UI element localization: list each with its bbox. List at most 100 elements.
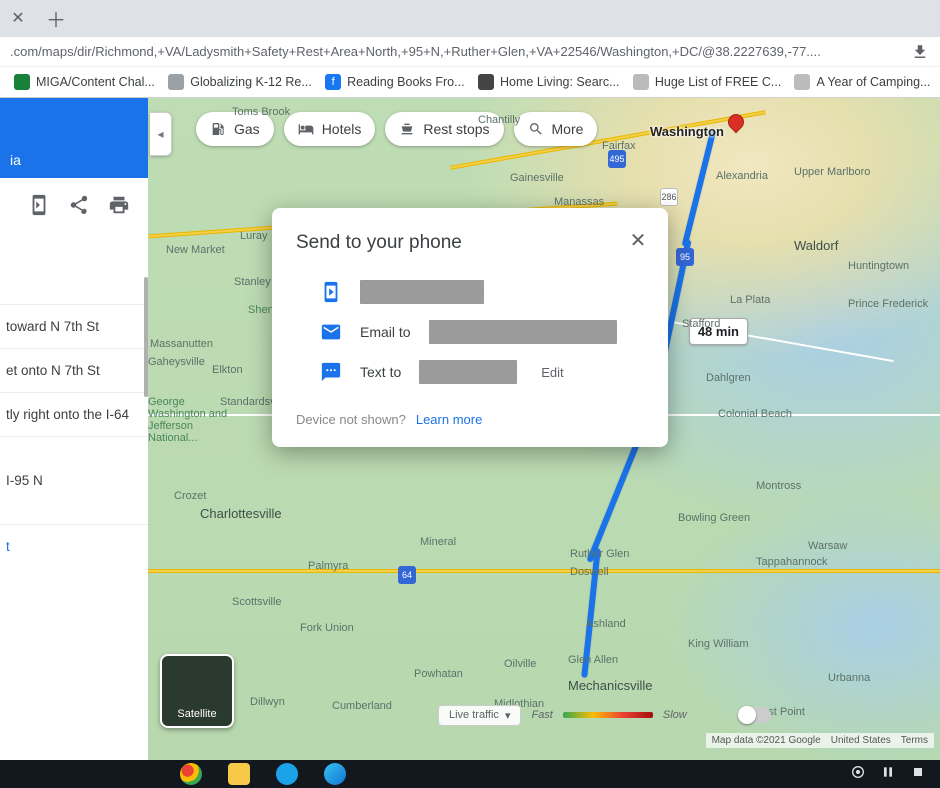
direction-step-link[interactable]: t bbox=[0, 524, 148, 568]
send-to-phone-icon[interactable] bbox=[28, 194, 50, 219]
bookmark-item[interactable]: Huge List of FREE C... bbox=[627, 70, 783, 94]
city-label: Mechanicsville bbox=[568, 678, 653, 693]
city-label: Stanley bbox=[234, 276, 271, 288]
bookmark-icon: f bbox=[325, 74, 341, 90]
city-label: Colonial Beach bbox=[718, 408, 792, 420]
city-label: Mineral bbox=[420, 536, 456, 548]
shield-icon: 286 bbox=[660, 188, 678, 206]
text-to-label: Text to bbox=[360, 364, 401, 380]
country-link[interactable]: United States bbox=[831, 735, 891, 746]
traffic-fast-label: Fast bbox=[531, 709, 552, 721]
chip-more[interactable]: More bbox=[514, 112, 598, 146]
live-traffic-dropdown[interactable]: Live traffic ▾ bbox=[438, 705, 521, 726]
edit-link[interactable]: Edit bbox=[541, 365, 563, 380]
taskbar-edge-icon[interactable] bbox=[324, 763, 346, 785]
direction-step[interactable]: toward N 7th St bbox=[0, 304, 148, 348]
city-label: Elkton bbox=[212, 364, 243, 376]
option-text[interactable]: Text to Edit bbox=[296, 352, 644, 392]
option-device[interactable] bbox=[296, 272, 644, 312]
device-not-shown-label: Device not shown? bbox=[296, 412, 406, 427]
city-label: Fairfax bbox=[602, 140, 636, 152]
learn-more-link[interactable]: Learn more bbox=[416, 412, 482, 427]
city-label: Toms Brook bbox=[232, 106, 290, 118]
city-label: Huntingtown bbox=[848, 260, 909, 272]
taskbar-tray bbox=[850, 764, 940, 785]
traffic-toggle[interactable] bbox=[737, 707, 771, 723]
city-label: Montross bbox=[756, 480, 801, 492]
tab-close-button[interactable]: ✕ bbox=[6, 6, 30, 30]
directions-sidebar: ia toward N 7th St et onto N 7th St tly … bbox=[0, 98, 148, 760]
sidebar-header: ia bbox=[0, 98, 148, 178]
send-to-phone-dialog: Send to your phone ✕ Email to Text to Ed… bbox=[272, 208, 668, 447]
print-icon[interactable] bbox=[108, 194, 130, 219]
dialog-title: Send to your phone bbox=[296, 232, 644, 254]
address-url: .com/maps/dir/Richmond,+VA/Ladysmith+Saf… bbox=[10, 44, 902, 59]
tray-stop-icon[interactable] bbox=[910, 764, 926, 785]
city-label: Gainesville bbox=[510, 172, 564, 184]
shield-icon: 64 bbox=[398, 566, 416, 584]
mail-icon bbox=[320, 321, 342, 343]
phone-icon bbox=[320, 281, 342, 303]
direction-step[interactable]: tly right onto the I-64 bbox=[0, 392, 148, 436]
close-button[interactable]: ✕ bbox=[624, 226, 652, 254]
traffic-legend bbox=[563, 712, 653, 718]
direction-step[interactable]: et onto N 7th St bbox=[0, 348, 148, 392]
city-label: Charlottesville bbox=[200, 506, 282, 521]
chevron-down-icon: ▾ bbox=[505, 709, 511, 722]
bookmark-item[interactable]: fReading Books Fro... bbox=[319, 70, 466, 94]
redacted-device-name bbox=[360, 280, 484, 304]
email-to-label: Email to bbox=[360, 324, 411, 340]
bookmark-item[interactable]: MIGA/Content Chal... bbox=[8, 70, 156, 94]
city-label: Prince Frederick bbox=[848, 298, 928, 310]
city-label: Dahlgren bbox=[706, 372, 751, 384]
city-label: Ashland bbox=[586, 618, 626, 630]
taskbar-app-icon[interactable] bbox=[276, 763, 298, 785]
satellite-toggle[interactable]: Satellite bbox=[160, 654, 234, 728]
city-label: Dillwyn bbox=[250, 696, 285, 708]
tray-record-icon[interactable] bbox=[850, 764, 866, 785]
bookmark-icon bbox=[633, 74, 649, 90]
destination-label: Washington bbox=[650, 124, 724, 139]
traffic-controls: Live traffic ▾ Fast Slow bbox=[438, 702, 910, 728]
bookmark-item[interactable]: Globalizing K-12 Re... bbox=[162, 70, 313, 94]
city-label: Glen Allen bbox=[568, 654, 618, 666]
terms-link[interactable]: Terms bbox=[901, 735, 928, 746]
city-label: Warsaw bbox=[808, 540, 847, 552]
city-label: Gaheysville bbox=[148, 356, 205, 368]
city-label: Scottsville bbox=[232, 596, 282, 608]
chip-hotels[interactable]: Hotels bbox=[284, 112, 376, 146]
bookmark-item[interactable]: Home Living: Searc... bbox=[472, 70, 621, 94]
collapse-sidebar-button[interactable]: ◂ bbox=[150, 112, 172, 156]
city-label: Bowling Green bbox=[678, 512, 750, 524]
city-label: Fork Union bbox=[300, 622, 354, 634]
city-label: New Market bbox=[166, 244, 225, 256]
new-tab-button[interactable]: ＋ bbox=[42, 4, 70, 32]
shield-icon: 95 bbox=[676, 248, 694, 266]
bookmark-icon bbox=[478, 74, 494, 90]
direction-step[interactable]: I-95 N bbox=[0, 436, 148, 524]
redacted-email bbox=[429, 320, 617, 344]
park-label: George Washington and Jefferson National… bbox=[148, 396, 228, 444]
city-label: Alexandria bbox=[716, 170, 768, 182]
city-label: Oilville bbox=[504, 658, 536, 670]
city-label: King William bbox=[688, 638, 749, 650]
option-email[interactable]: Email to bbox=[296, 312, 644, 352]
city-label: Luray bbox=[240, 230, 268, 242]
taskbar-files-icon[interactable] bbox=[228, 763, 250, 785]
map-attribution: Map data ©2021 Google United States Term… bbox=[706, 733, 934, 748]
taskbar-chrome-icon[interactable] bbox=[180, 763, 202, 785]
traffic-slow-label: Slow bbox=[663, 709, 687, 721]
sms-icon bbox=[320, 361, 342, 383]
city-label: Crozet bbox=[174, 490, 206, 502]
bookmark-icon bbox=[168, 74, 184, 90]
address-bar[interactable]: .com/maps/dir/Richmond,+VA/Ladysmith+Saf… bbox=[0, 36, 940, 66]
city-label: Stafford bbox=[682, 318, 720, 330]
tray-pause-icon[interactable] bbox=[880, 764, 896, 785]
share-icon[interactable] bbox=[68, 194, 90, 219]
city-label: Palmyra bbox=[308, 560, 348, 572]
bookmark-item[interactable]: A Year of Camping... bbox=[788, 70, 932, 94]
road-i64 bbox=[148, 569, 940, 573]
city-label: Doswell bbox=[570, 566, 609, 578]
bookmark-bar: MIGA/Content Chal... Globalizing K-12 Re… bbox=[0, 66, 940, 98]
install-app-icon[interactable] bbox=[910, 42, 930, 62]
